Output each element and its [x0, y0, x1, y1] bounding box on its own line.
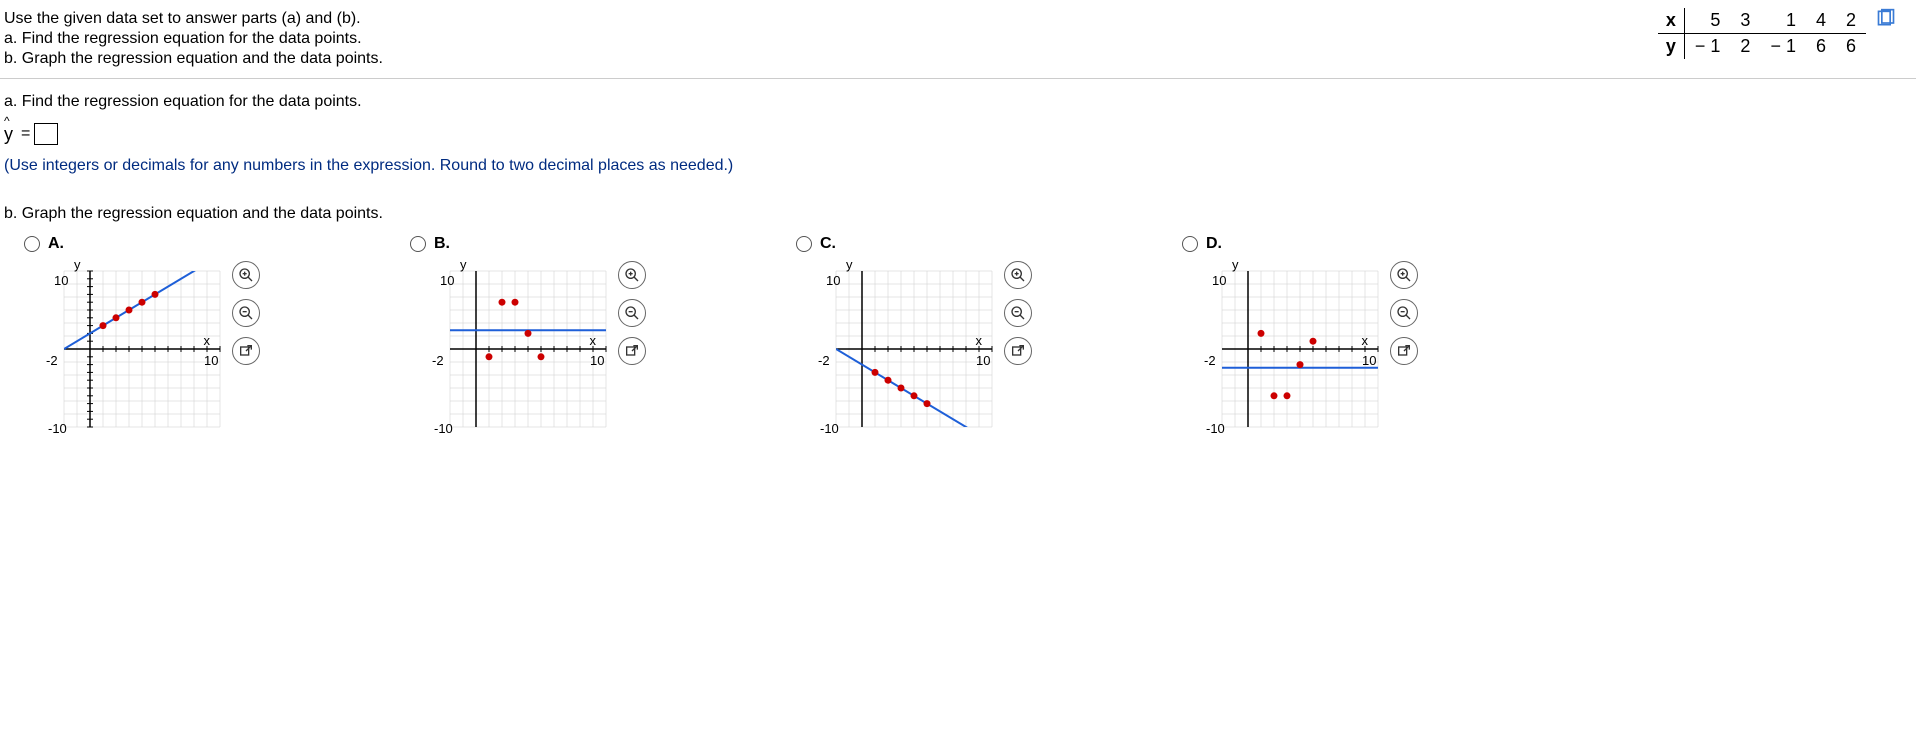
- prompt-intro: Use the given data set to answer parts (…: [4, 10, 1614, 28]
- zoom-out-button[interactable]: [1390, 299, 1418, 327]
- svg-text:-2: -2: [818, 353, 830, 368]
- svg-text:-10: -10: [48, 421, 67, 436]
- part-b-heading: b. Graph the regression equation and the…: [4, 205, 1912, 223]
- radio-d[interactable]: [1182, 236, 1198, 252]
- y-value: 6: [1836, 34, 1866, 60]
- svg-text:10: 10: [440, 273, 454, 288]
- choice-d-label: D.: [1206, 235, 1222, 253]
- choice-b-label: B.: [434, 235, 450, 253]
- problem-header: Use the given data set to answer parts (…: [0, 0, 1916, 79]
- part-a-section: a. Find the regression equation for the …: [0, 83, 1916, 195]
- y-value: 6: [1806, 34, 1836, 60]
- choice-c: C.: [796, 235, 1032, 451]
- svg-text:10: 10: [1362, 353, 1376, 368]
- x-value: 5: [1684, 8, 1730, 34]
- svg-text:10: 10: [204, 353, 218, 368]
- x-value: 3: [1730, 8, 1760, 34]
- popout-button[interactable]: [618, 337, 646, 365]
- svg-text:-10: -10: [1206, 421, 1225, 436]
- radio-a[interactable]: [24, 236, 40, 252]
- answer-hint: (Use integers or decimals for any number…: [4, 157, 1912, 175]
- y-label: y: [1658, 34, 1685, 60]
- problem-text: Use the given data set to answer parts (…: [0, 8, 1618, 70]
- svg-text:x: x: [976, 333, 983, 348]
- graph-d: y 10 x 10 -2 -10: [1182, 261, 1382, 451]
- graph-a: y 10 x 10 -2 -10: [24, 261, 224, 451]
- choice-d: D.: [1182, 235, 1418, 451]
- data-and-tools: x 5 3 1 4 2 y − 1 2 − 1 6 6: [1618, 8, 1916, 70]
- svg-text:10: 10: [976, 353, 990, 368]
- answer-input[interactable]: [34, 123, 58, 145]
- svg-text:10: 10: [590, 353, 604, 368]
- part-a-heading: a. Find the regression equation for the …: [4, 93, 1912, 111]
- x-value: 1: [1760, 8, 1806, 34]
- zoom-in-button[interactable]: [1004, 261, 1032, 289]
- svg-text:y: y: [460, 261, 467, 272]
- graph-c: y 10 x 10 -2 -10: [796, 261, 996, 451]
- popout-button[interactable]: [1004, 337, 1032, 365]
- popout-button[interactable]: [1390, 337, 1418, 365]
- svg-text:10: 10: [1212, 273, 1226, 288]
- zoom-out-button[interactable]: [618, 299, 646, 327]
- part-b-section: b. Graph the regression equation and the…: [0, 195, 1916, 469]
- y-value: − 1: [1684, 34, 1730, 60]
- svg-text:10: 10: [54, 273, 68, 288]
- zoom-out-button[interactable]: [232, 299, 260, 327]
- popout-button[interactable]: [232, 337, 260, 365]
- svg-text:y: y: [1232, 261, 1239, 272]
- prompt-part-a: a. Find the regression equation for the …: [4, 30, 1614, 48]
- choice-b: B.: [410, 235, 646, 451]
- zoom-out-button[interactable]: [1004, 299, 1032, 327]
- zoom-in-button[interactable]: [618, 261, 646, 289]
- svg-text:-10: -10: [434, 421, 453, 436]
- choice-a: A.: [24, 235, 260, 451]
- y-value: − 1: [1760, 34, 1806, 60]
- choice-c-label: C.: [820, 235, 836, 253]
- svg-text:-2: -2: [432, 353, 444, 368]
- choices-row: A.: [4, 225, 1912, 461]
- zoom-in-button[interactable]: [232, 261, 260, 289]
- regression-equation: y =: [4, 123, 1912, 145]
- svg-text:y: y: [846, 261, 853, 272]
- y-value: 2: [1730, 34, 1760, 60]
- data-table: x 5 3 1 4 2 y − 1 2 − 1 6 6: [1658, 8, 1866, 59]
- svg-text:y: y: [74, 261, 81, 272]
- svg-text:10: 10: [826, 273, 840, 288]
- svg-text:-10: -10: [820, 421, 839, 436]
- x-value: 4: [1806, 8, 1836, 34]
- prompt-part-b: b. Graph the regression equation and the…: [4, 50, 1614, 68]
- x-value: 2: [1836, 8, 1866, 34]
- svg-text:-2: -2: [46, 353, 58, 368]
- x-label: x: [1658, 8, 1685, 34]
- zoom-in-button[interactable]: [1390, 261, 1418, 289]
- svg-text:x: x: [1362, 333, 1369, 348]
- graph-b: y 10 x 10 -2 -10: [410, 261, 610, 451]
- svg-text:x: x: [590, 333, 597, 348]
- radio-b[interactable]: [410, 236, 426, 252]
- svg-text:-2: -2: [1204, 353, 1216, 368]
- equals-sign: =: [21, 125, 30, 143]
- radio-c[interactable]: [796, 236, 812, 252]
- svg-text:x: x: [204, 333, 211, 348]
- book-icon[interactable]: [1876, 8, 1896, 33]
- choice-a-label: A.: [48, 235, 64, 253]
- y-hat-symbol: y: [4, 124, 13, 145]
